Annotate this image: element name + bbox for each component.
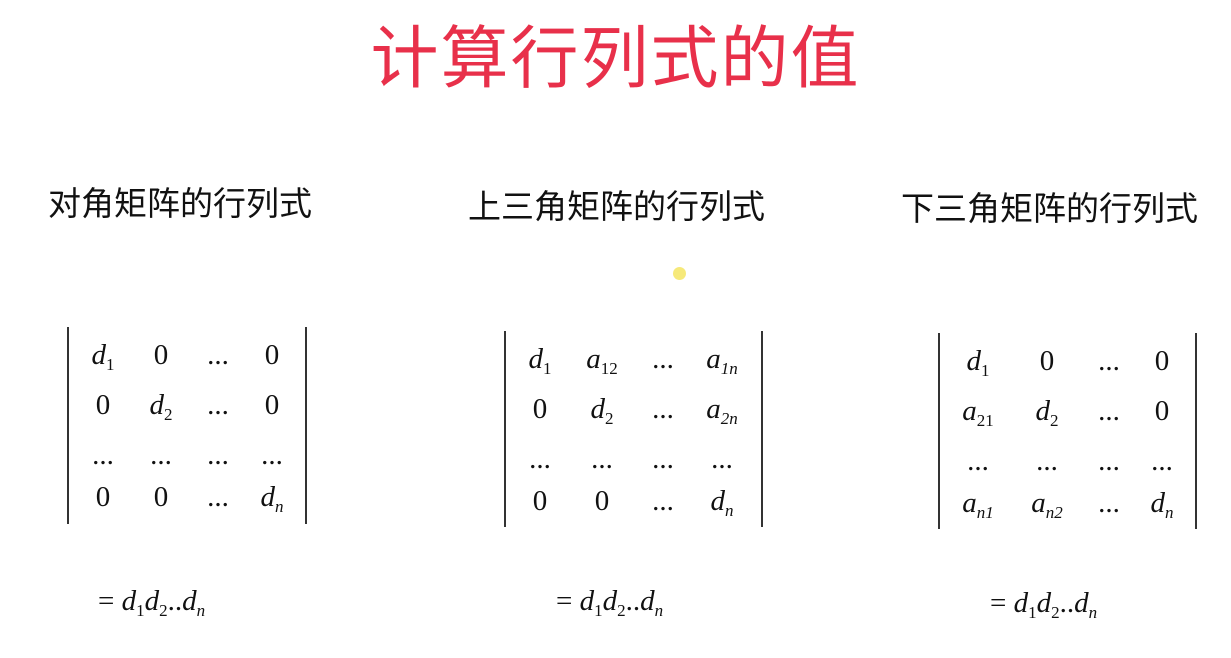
matrix-cell: d2 <box>1035 395 1059 430</box>
matrix-cell: ... <box>207 389 229 421</box>
determinant-result: = d1d2..dn <box>556 585 664 620</box>
matrix-cell: ... <box>652 393 674 425</box>
matrix-cell: ... <box>207 439 229 471</box>
matrix-cell: an2 <box>1031 487 1063 522</box>
matrix-cell: ... <box>150 439 172 471</box>
matrix-cell: 0 <box>264 389 280 421</box>
matrix-cell: ... <box>529 443 551 475</box>
matrix-cell: 0 <box>1154 345 1170 377</box>
matrix-cell: ... <box>1098 487 1120 519</box>
matrix-cell: ... <box>967 445 989 477</box>
matrix-cell: ... <box>92 439 114 471</box>
matrix-cell: d2 <box>590 393 614 428</box>
determinant-result: = d1d2..dn <box>990 587 1098 622</box>
matrix-cell: 0 <box>532 485 548 517</box>
matrix-cell: d2 <box>149 389 173 424</box>
matrix-cell: a1n <box>706 343 738 378</box>
matrix-cell: d1 <box>528 343 552 378</box>
section-heading-diagonal: 对角矩阵的行列式 <box>48 184 312 223</box>
section-heading-lower-triangular: 下三角矩阵的行列式 <box>901 189 1198 228</box>
matrix-cell: 0 <box>153 481 169 513</box>
matrix-cell: d1 <box>966 345 990 380</box>
matrix-cell: dn <box>260 481 284 516</box>
determinant-lower-triangular: d1 0 ... 0 a21 d2 ... 0 ... ... ... ... … <box>938 333 1197 529</box>
matrix-cell: a2n <box>706 393 738 428</box>
matrix-cell: ... <box>652 443 674 475</box>
matrix-cell: ... <box>207 339 229 371</box>
matrix-cell: ... <box>711 443 733 475</box>
matrix-cell: 0 <box>95 481 111 513</box>
matrix-cell: ... <box>1098 445 1120 477</box>
section-heading-upper-triangular: 上三角矩阵的行列式 <box>468 187 765 226</box>
matrix-cell: d1 <box>91 339 115 374</box>
matrix-cell: ... <box>207 481 229 513</box>
matrix-cell: 0 <box>1039 345 1055 377</box>
matrix-cell: 0 <box>1154 395 1170 427</box>
matrix-cell: dn <box>1150 487 1174 522</box>
matrix-cell: ... <box>1098 345 1120 377</box>
matrix-cell: an1 <box>962 487 994 522</box>
matrix-cell: 0 <box>95 389 111 421</box>
cursor-highlight <box>673 267 686 280</box>
matrix-cell: 0 <box>153 339 169 371</box>
matrix-cell: 0 <box>532 393 548 425</box>
matrix-cell: ... <box>652 485 674 517</box>
page-title: 计算行列式的值 <box>370 20 861 99</box>
matrix-cell: a12 <box>586 343 618 378</box>
matrix-cell: ... <box>652 343 674 375</box>
matrix-cell: 0 <box>264 339 280 371</box>
matrix-cell: ... <box>1151 445 1173 477</box>
determinant-result: = d1d2..dn <box>98 585 206 620</box>
matrix-cell: ... <box>1036 445 1058 477</box>
matrix-cell: ... <box>1098 395 1120 427</box>
matrix-cell: ... <box>591 443 613 475</box>
determinant-diagonal: d1 0 ... 0 0 d2 ... 0 ... ... ... ... 0 … <box>67 327 307 524</box>
matrix-cell: 0 <box>594 485 610 517</box>
matrix-cell: dn <box>710 485 734 520</box>
matrix-cell: ... <box>261 439 283 471</box>
determinant-upper-triangular: d1 a12 ... a1n 0 d2 ... a2n ... ... ... … <box>504 331 763 527</box>
matrix-cell: a21 <box>962 395 994 430</box>
